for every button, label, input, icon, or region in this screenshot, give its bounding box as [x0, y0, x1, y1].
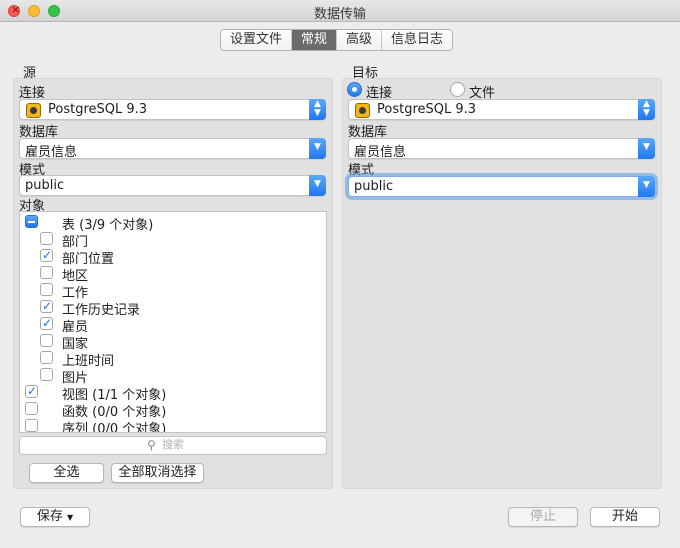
- tree-row[interactable]: 国家: [20, 332, 326, 352]
- functions-checkbox[interactable]: [25, 402, 38, 415]
- tree-row[interactable]: 地区: [20, 264, 326, 284]
- tree-row-functions[interactable]: 函数 (0/0 个对象): [20, 400, 326, 420]
- window-title: 数据传输: [313, 7, 366, 22]
- tab-general[interactable]: 常规: [292, 30, 338, 50]
- target-schema-select[interactable]: public ▼: [348, 176, 655, 197]
- title-bar: 数据传输: [0, 0, 680, 22]
- tree-row-views[interactable]: 视图 (1/1 个对象): [20, 383, 326, 403]
- postgresql-icon: [26, 103, 41, 118]
- table-checkbox[interactable]: [40, 368, 53, 381]
- chevron-down-icon: ▼: [638, 176, 655, 197]
- object-tree: 表 (3/9 个对象) 部门 部门位置 地区 工作 工作历史记录 雇员 国家: [19, 211, 327, 433]
- table-checkbox[interactable]: [40, 248, 53, 262]
- search-icon: ⚲: [147, 438, 156, 452]
- target-connection-radio[interactable]: [347, 82, 362, 97]
- table-checkbox[interactable]: [40, 334, 53, 347]
- sequences-checkbox[interactable]: [25, 419, 38, 432]
- object-search-field[interactable]: ⚲: [19, 436, 327, 455]
- table-checkbox[interactable]: [40, 232, 53, 245]
- object-search-input[interactable]: [162, 438, 282, 451]
- dropdown-arrow-icon: ▼: [67, 513, 74, 522]
- table-checkbox[interactable]: [40, 283, 53, 296]
- tables-checkbox[interactable]: [25, 215, 38, 228]
- tree-row[interactable]: 雇员: [20, 315, 326, 335]
- tree-row[interactable]: 部门: [20, 230, 326, 250]
- postgresql-icon: [355, 103, 370, 118]
- chevron-down-icon: ▼: [638, 138, 655, 159]
- tree-row[interactable]: 工作历史记录: [20, 298, 326, 318]
- tab-message-log[interactable]: 信息日志: [382, 30, 453, 50]
- source-schema-value: public: [25, 178, 65, 193]
- stop-button[interactable]: 停止: [508, 507, 578, 527]
- deselect-all-button[interactable]: 全部取消选择: [111, 463, 204, 483]
- tree-row-sequences[interactable]: 序列 (0/0 个对象): [20, 417, 326, 433]
- chevron-down-icon: ▼: [309, 138, 326, 159]
- tab-bar: 设置文件 常规 高级 信息日志: [220, 29, 454, 51]
- save-button[interactable]: 保存 ▼: [20, 507, 90, 527]
- tree-row-label: 序列 (0/0 个对象): [62, 422, 167, 433]
- table-checkbox[interactable]: [40, 351, 53, 364]
- updown-arrows-icon: ▲ ▼: [638, 99, 655, 120]
- table-checkbox[interactable]: [40, 266, 53, 279]
- data-transfer-window: 数据传输 设置文件 常规 高级 信息日志 源 连接 PostgreSQL 9.3…: [0, 0, 680, 548]
- target-file-radio[interactable]: [450, 82, 465, 97]
- source-connection-select[interactable]: PostgreSQL 9.3 ▲ ▼: [19, 99, 326, 120]
- table-checkbox[interactable]: [40, 299, 53, 313]
- target-database-value: 雇员信息: [354, 145, 407, 160]
- select-all-button[interactable]: 全选: [29, 463, 104, 483]
- chevron-down-icon: ▼: [309, 175, 326, 196]
- target-schema-value: public: [354, 179, 394, 194]
- source-schema-select[interactable]: public ▼: [19, 175, 326, 196]
- table-checkbox[interactable]: [40, 316, 53, 330]
- tree-row[interactable]: 部门位置: [20, 247, 326, 267]
- tree-row[interactable]: 图片: [20, 366, 326, 386]
- target-connection-value: PostgreSQL 9.3: [377, 102, 477, 117]
- save-button-label: 保存: [36, 509, 63, 524]
- tree-row-tables[interactable]: 表 (3/9 个对象): [20, 213, 326, 233]
- updown-arrows-icon: ▲ ▼: [309, 99, 326, 120]
- tab-profile[interactable]: 设置文件: [221, 30, 293, 50]
- source-connection-value: PostgreSQL 9.3: [48, 102, 148, 117]
- views-checkbox[interactable]: [25, 384, 38, 398]
- tree-row[interactable]: 工作: [20, 281, 326, 301]
- start-button[interactable]: 开始: [590, 507, 660, 527]
- target-database-select[interactable]: 雇员信息 ▼: [348, 138, 655, 160]
- target-connection-select[interactable]: PostgreSQL 9.3 ▲ ▼: [348, 99, 655, 120]
- tab-advanced[interactable]: 高级: [337, 30, 383, 50]
- source-database-value: 雇员信息: [25, 145, 78, 160]
- source-database-select[interactable]: 雇员信息 ▼: [19, 138, 326, 160]
- tree-row[interactable]: 上班时间: [20, 349, 326, 369]
